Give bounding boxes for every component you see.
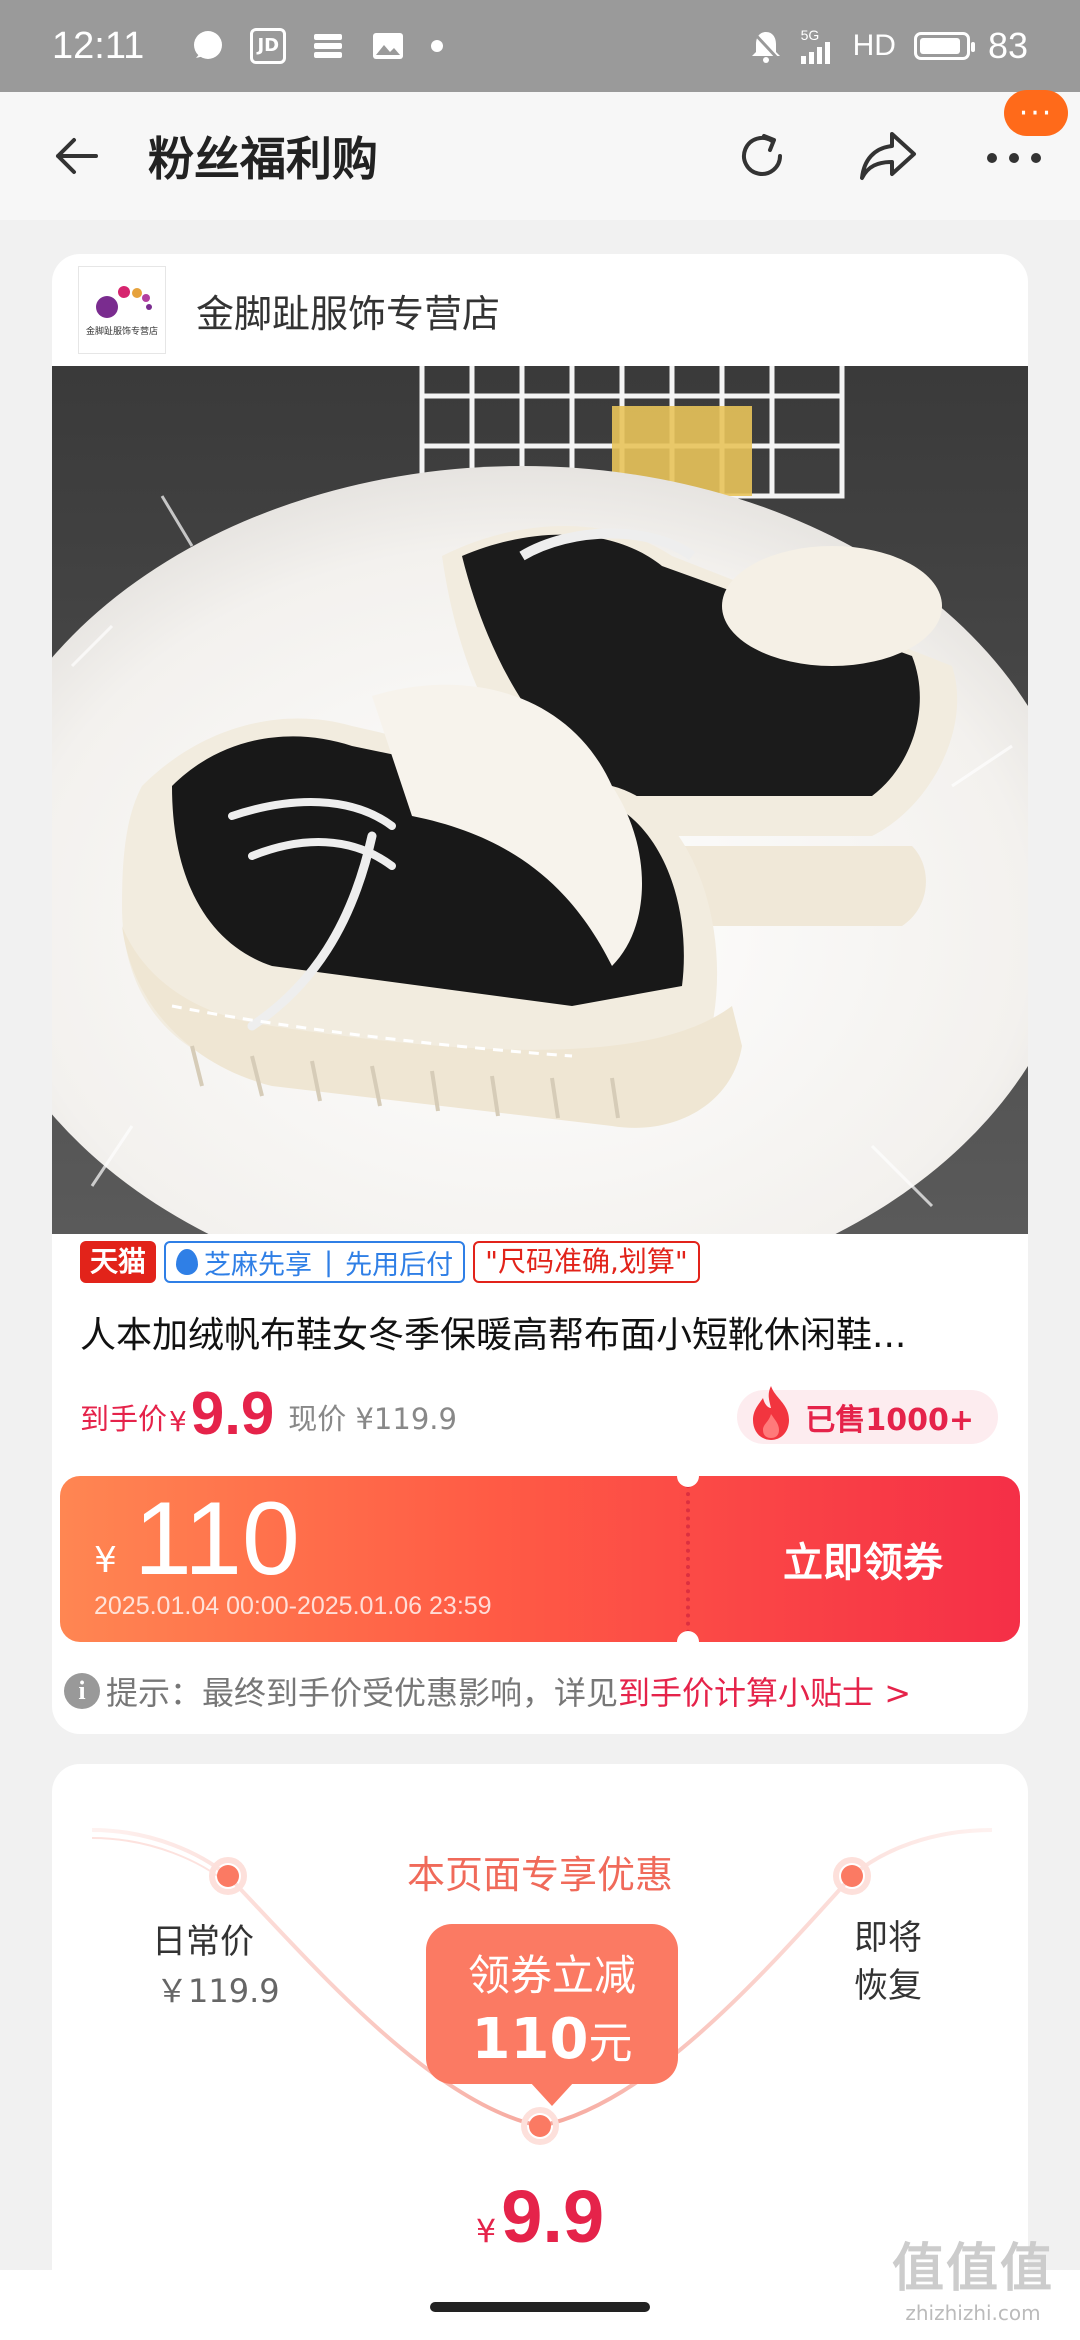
current-price: 现价 ¥119.9 — [288, 1402, 457, 1436]
back-arrow-icon — [56, 138, 98, 174]
sold-count-text: 已售1000+ — [805, 1403, 974, 1438]
exclusive-offer-card: 本页面专享优惠 日常价 ￥119.9 即将恢复 领券立减 110元 ¥ 9.9 — [52, 1764, 1028, 2340]
size-accurate-tag: "尺码准确,划算" — [473, 1241, 700, 1283]
promo-price-value: 9.9 — [501, 2175, 605, 2258]
notification-badge: ··· — [1004, 90, 1068, 136]
price-tips-link[interactable]: 到手价计算小贴士 > — [618, 1668, 911, 1714]
shop-logo-text: 金脚趾服饰专营店 — [85, 326, 158, 337]
battery-level: 83 — [987, 25, 1028, 66]
status-time: 12:11 — [52, 24, 145, 67]
top-navigation-bar: 粉丝福利购 ··· — [0, 90, 1080, 220]
product-image[interactable] — [52, 366, 1028, 1234]
share-arrow-icon — [860, 132, 916, 180]
watermark-url: zhizhizhi.com — [905, 2301, 1041, 2325]
home-indicator[interactable] — [430, 2302, 650, 2312]
stack-icon — [310, 28, 346, 64]
zhima-drop-icon — [176, 1249, 199, 1275]
product-tags: 天猫 芝麻先享 | 先用后付 "尺码准确,划算" — [80, 1240, 1028, 1284]
restore-soon-label: 即将恢复 — [854, 1918, 922, 2006]
network-label: 5G — [800, 27, 820, 43]
coupon-amount: 110 — [134, 1481, 300, 1597]
final-price-currency: ¥ — [169, 1405, 187, 1438]
price-tip: i 提示：最终到手价受优惠影响，详见 到手价计算小贴士 > — [64, 1668, 1028, 1714]
tip-text: 提示：最终到手价受优惠影响，详见 — [106, 1674, 619, 1712]
coupon-divider — [686, 1476, 690, 1642]
bubble-amount: 110 — [471, 2007, 589, 2072]
final-price-value: 9.9 — [190, 1380, 275, 1447]
coupon-notch-top — [677, 1465, 699, 1487]
promo-final-price: ¥ 9.9 — [52, 2174, 1028, 2259]
regular-price-value: ￥119.9 — [156, 1972, 280, 2010]
dot-icon — [430, 39, 444, 53]
share-button[interactable] — [852, 120, 924, 192]
promo-title: 本页面专享优惠 — [406, 1853, 673, 1897]
coupon-validity: 2025.01.04 00:00-2025.01.06 23:59 — [94, 1592, 492, 1620]
sneakers-photo — [52, 366, 1028, 1234]
coupon-info: ¥ 110 2025.01.04 00:00-2025.01.06 23:59 — [60, 1476, 686, 1642]
info-icon: i — [64, 1673, 100, 1709]
status-bar: 12:11 JD 5G HD 83 — [0, 0, 1080, 92]
more-dots-icon — [987, 153, 1041, 163]
claim-coupon-button[interactable]: 立即领券 — [686, 1476, 1020, 1642]
bubble-amount-row: 110元 — [426, 2007, 678, 2072]
refresh-button[interactable] — [726, 120, 798, 192]
refresh-icon — [742, 134, 782, 176]
shop-name[interactable]: 金脚趾服饰专营店 — [196, 283, 500, 338]
shop-header[interactable]: 金脚趾服饰专营店 金脚趾服饰专营店 — [52, 254, 1028, 366]
back-button[interactable] — [40, 120, 112, 192]
more-button[interactable]: ··· — [978, 90, 1068, 192]
watermark-logo: 值值值 — [891, 2239, 1054, 2299]
coupon-discount-bubble: 领券立减 110元 — [426, 1924, 678, 2106]
coupon-notch-bottom — [677, 1631, 699, 1653]
watermark: 值值值 zhizhizhi.com — [892, 2226, 1054, 2325]
shop-logo: 金脚趾服饰专营店 — [78, 266, 166, 354]
coupon-card[interactable]: ¥ 110 2025.01.04 00:00-2025.01.06 23:59 … — [60, 1465, 1020, 1653]
jd-icon: JD — [250, 28, 287, 64]
hd-label: HD — [852, 29, 896, 62]
product-card: 金脚趾服饰专营店 金脚趾服饰专营店 天猫 芝麻先享 | 先用后付 "尺码准确,划… — [52, 254, 1028, 1734]
zhima-left-text: 芝麻先享 — [204, 1249, 313, 1281]
regular-price-label: 日常价 — [152, 1922, 254, 1962]
zhima-right-text: 先用后付 — [345, 1249, 454, 1281]
promo-price-currency: ¥ — [475, 2212, 497, 2250]
coupon-currency: ¥ — [94, 1540, 117, 1581]
mute-bell-icon — [749, 28, 783, 64]
tmall-tag: 天猫 — [80, 1241, 157, 1283]
chat-bubble-icon — [190, 28, 226, 64]
flame-icon — [753, 1386, 790, 1440]
battery-icon — [913, 32, 975, 60]
zhima-separator: | — [324, 1246, 334, 1278]
bubble-unit: 元 — [588, 2018, 633, 2069]
sold-count-badge: 已售1000+ — [737, 1386, 998, 1444]
bubble-line1: 领券立减 — [467, 1951, 636, 2000]
notification-icons: JD — [190, 28, 444, 64]
page-title: 粉丝福利购 — [148, 132, 378, 186]
jd-label: JD — [250, 28, 287, 64]
final-price-label: 到手价 — [80, 1402, 168, 1436]
signal-icon: 5G — [800, 27, 835, 64]
price-row: 到手价 ¥ 9.9 现价 ¥119.9 已售1000+ — [80, 1384, 1028, 1448]
image-icon — [370, 28, 406, 64]
system-icons: 5G HD 83 — [749, 25, 1028, 67]
product-title[interactable]: 人本加绒帆布鞋女冬季保暖高帮布面小短靴休闲鞋... — [80, 1306, 1000, 1358]
zhima-tag: 芝麻先享 | 先用后付 — [164, 1241, 466, 1283]
